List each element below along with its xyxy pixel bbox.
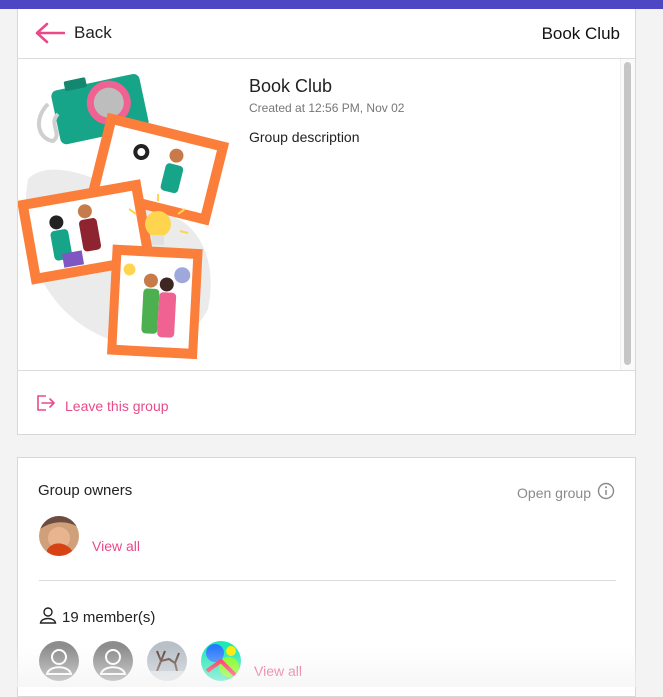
member-avatar-default[interactable] — [39, 641, 79, 681]
members-view-all-link[interactable]: View all — [254, 663, 302, 679]
group-cover-image — [18, 59, 233, 364]
group-info: Book Club Created at 12:56 PM, Nov 02 Gr… — [18, 59, 635, 371]
members-count-label: 19 member(s) — [62, 608, 156, 626]
exit-icon — [37, 395, 56, 416]
member-avatar-default[interactable] — [93, 641, 133, 681]
member-avatar-photo[interactable] — [201, 641, 241, 681]
member-avatars — [39, 641, 255, 681]
owners-view-all-link[interactable]: View all — [92, 538, 140, 554]
created-timestamp: Created at 12:56 PM, Nov 02 — [249, 101, 405, 115]
person-icon — [39, 606, 62, 628]
top-brand-bar — [0, 0, 663, 9]
scrollbar-thumb[interactable] — [624, 62, 631, 365]
leave-group-label: Leave this group — [65, 397, 169, 414]
back-button[interactable]: Back — [35, 22, 112, 44]
group-owners-heading: Group owners — [38, 482, 133, 499]
info-icon[interactable] — [591, 482, 615, 503]
privacy-status: Open group — [517, 482, 615, 503]
group-name: Book Club — [249, 76, 333, 96]
arrow-left-icon — [35, 22, 65, 44]
owner-avatar[interactable] — [39, 516, 79, 556]
members-card: Group owners Open group View all 19 memb… — [17, 457, 636, 697]
header: Back Book Club — [18, 9, 635, 59]
privacy-label: Open group — [517, 484, 591, 501]
member-avatar-photo[interactable] — [147, 641, 187, 681]
divider — [39, 580, 616, 581]
page-title: Book Club — [541, 24, 620, 43]
leave-group-button[interactable]: Leave this group — [37, 395, 169, 416]
members-count: 19 member(s) — [39, 606, 155, 628]
back-label: Back — [74, 23, 112, 42]
group-detail-card: Back Book Club Book Club Created at 12:5… — [17, 9, 636, 435]
group-description: Group description — [249, 129, 360, 145]
scrollbar[interactable] — [620, 59, 635, 370]
